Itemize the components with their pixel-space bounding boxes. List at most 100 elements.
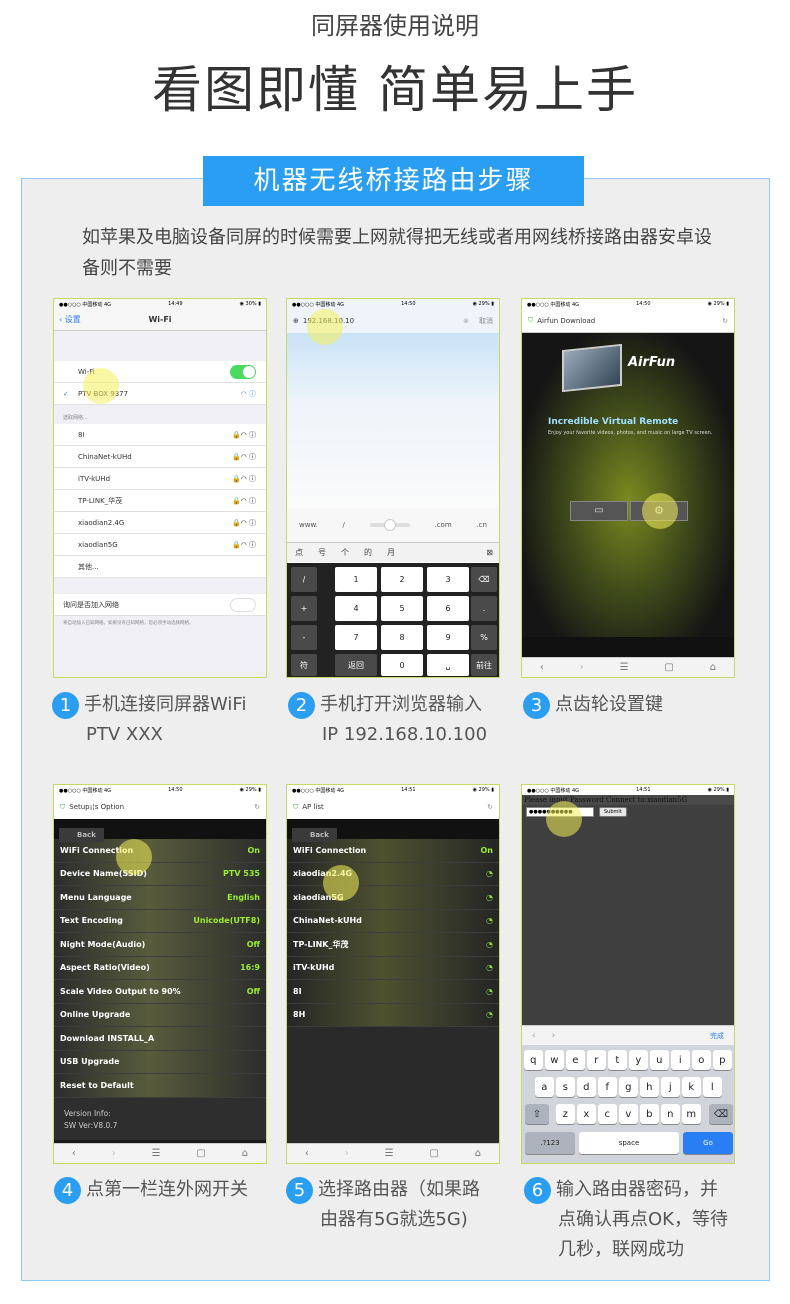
cursor-slider[interactable]	[369, 519, 410, 531]
wifi-toggle[interactable]	[230, 364, 256, 379]
letter-key[interactable]: a	[535, 1077, 554, 1097]
done-button[interactable]: 完成	[710, 1031, 724, 1041]
home-icon[interactable]: ⌂	[242, 1148, 248, 1159]
digit-key[interactable]: 6	[427, 596, 469, 621]
letter-key[interactable]: s	[556, 1077, 575, 1097]
setting-row[interactable]: Download INSTALL_A	[54, 1027, 266, 1051]
setting-row[interactable]: Device Name(SSID) PTV 535	[54, 863, 266, 886]
back-icon[interactable]: ‹	[72, 1148, 76, 1159]
digit-key[interactable]: 5	[381, 596, 423, 621]
digit-key[interactable]: 9	[427, 625, 469, 650]
letter-key[interactable]: e	[566, 1050, 585, 1070]
letter-key[interactable]: l	[703, 1077, 722, 1097]
info-icon[interactable]: 🔒◠ ⓘ	[232, 496, 256, 506]
letter-key[interactable]: z	[556, 1104, 575, 1124]
letter-key[interactable]: i	[671, 1050, 690, 1070]
ask-toggle[interactable]	[230, 597, 256, 612]
setting-row[interactable]: WiFi Connection On	[54, 839, 266, 863]
submit-button[interactable]: Submit	[599, 807, 627, 817]
network-row[interactable]: 8I 🔒◠ ⓘ	[54, 424, 266, 446]
wifi-connection-row[interactable]: WiFi Connection On	[287, 839, 499, 863]
info-icon[interactable]: 🔒◠ ⓘ	[232, 540, 256, 550]
refresh-icon[interactable]: ↻	[254, 803, 260, 811]
forward-icon[interactable]: ›	[112, 1148, 116, 1159]
next-field-icon[interactable]: ›	[552, 1031, 556, 1041]
slash-key[interactable]: /	[343, 521, 345, 529]
digit-key[interactable]: 1	[335, 567, 377, 592]
www-key[interactable]: www.	[299, 521, 318, 529]
setting-row[interactable]: Text Encoding Unicode(UTF8)	[54, 910, 266, 933]
ap-row[interactable]: ChinaNet-kUHd ◔	[287, 910, 499, 933]
menu-icon[interactable]: ☰	[152, 1148, 161, 1159]
setting-row[interactable]: Reset to Default	[54, 1074, 266, 1098]
letter-key[interactable]: k	[682, 1077, 701, 1097]
back-icon[interactable]: ‹	[540, 662, 544, 673]
ap-row[interactable]: iTV-kUHd ◔	[287, 957, 499, 980]
refresh-icon[interactable]: ↻	[487, 803, 493, 811]
setting-row[interactable]: Online Upgrade	[54, 1004, 266, 1027]
forward-icon[interactable]: ›	[580, 662, 584, 673]
letter-key[interactable]: t	[608, 1050, 627, 1070]
com-key[interactable]: .com	[434, 521, 451, 529]
ap-row[interactable]: 8I ◔	[287, 980, 499, 1004]
candidate[interactable]: 点	[295, 547, 303, 558]
setting-row[interactable]: Aspect Ratio(Video) 16:9	[54, 957, 266, 980]
letter-key[interactable]: q	[524, 1050, 543, 1070]
back-button[interactable]: ‹ 设置	[54, 314, 81, 325]
numbers-key[interactable]: .?123	[525, 1132, 575, 1154]
letter-key[interactable]: o	[692, 1050, 711, 1070]
candidate[interactable]: 的	[364, 547, 372, 558]
zero-key[interactable]: 0	[381, 654, 423, 676]
letter-key[interactable]: v	[619, 1104, 638, 1124]
go-key[interactable]: 前往	[471, 654, 497, 676]
digit-key[interactable]: 3	[427, 567, 469, 592]
digit-key[interactable]: 2	[381, 567, 423, 592]
ask-to-join-row[interactable]: 询问是否加入网络	[54, 594, 266, 616]
tabs-icon[interactable]: ▢	[664, 662, 673, 673]
info-icon[interactable]: 🔒◠ ⓘ	[232, 474, 256, 484]
ap-row[interactable]: TP-LINK_华茂 ◔	[287, 933, 499, 957]
prev-field-icon[interactable]: ‹	[532, 1031, 536, 1041]
setting-row[interactable]: Night Mode(Audio) Off	[54, 933, 266, 957]
refresh-icon[interactable]: ↻	[722, 317, 728, 325]
digit-key[interactable]: 4	[335, 596, 377, 621]
fu-key[interactable]: 符	[291, 654, 317, 676]
candidate[interactable]: 个	[341, 547, 349, 558]
shift-key[interactable]: ⇧	[525, 1104, 549, 1124]
letter-key[interactable]: d	[577, 1077, 596, 1097]
network-row[interactable]: ChinaNet-kUHd 🔒◠ ⓘ	[54, 446, 266, 468]
letter-key[interactable]: y	[629, 1050, 648, 1070]
info-icon[interactable]: 🔒◠ ⓘ	[232, 518, 256, 528]
setting-row[interactable]: USB Upgrade	[54, 1051, 266, 1074]
symbol-key[interactable]: /	[291, 567, 317, 592]
letter-key[interactable]: u	[650, 1050, 669, 1070]
back-icon[interactable]: ‹	[305, 1148, 309, 1159]
network-row[interactable]: TP-LINK_华茂 🔒◠ ⓘ	[54, 490, 266, 512]
network-row[interactable]: xiaodian2.4G 🔒◠ ⓘ	[54, 512, 266, 534]
letter-key[interactable]: g	[619, 1077, 638, 1097]
backspace-key[interactable]: ⌫	[471, 567, 497, 592]
ap-row[interactable]: 8H ◔	[287, 1004, 499, 1027]
remote-button[interactable]: ▭	[570, 501, 628, 521]
letter-key[interactable]: w	[545, 1050, 564, 1070]
home-icon[interactable]: ⌂	[475, 1148, 481, 1159]
letter-key[interactable]: b	[640, 1104, 659, 1124]
back-key[interactable]: 返回	[335, 654, 377, 676]
symbol-key[interactable]: +	[291, 596, 317, 621]
network-row[interactable]: xiaodian5G 🔒◠ ⓘ	[54, 534, 266, 556]
letter-key[interactable]: n	[661, 1104, 680, 1124]
menu-icon[interactable]: ☰	[385, 1148, 394, 1159]
setting-row[interactable]: Menu Language English	[54, 886, 266, 910]
digit-key[interactable]: 8	[381, 625, 423, 650]
setting-row[interactable]: Scale Video Output to 90% Off	[54, 980, 266, 1004]
home-icon[interactable]: ⌂	[710, 662, 716, 673]
info-icon[interactable]: ◠ ⓘ	[241, 389, 256, 399]
candidate[interactable]: 月	[387, 547, 395, 558]
space-key[interactable]: space	[579, 1132, 679, 1154]
letter-key[interactable]: h	[640, 1077, 659, 1097]
backspace-key[interactable]: ⌫	[709, 1104, 733, 1124]
letter-key[interactable]: x	[577, 1104, 596, 1124]
back-button[interactable]: Back	[59, 828, 104, 842]
letter-key[interactable]: f	[598, 1077, 617, 1097]
letter-key[interactable]: m	[682, 1104, 701, 1124]
